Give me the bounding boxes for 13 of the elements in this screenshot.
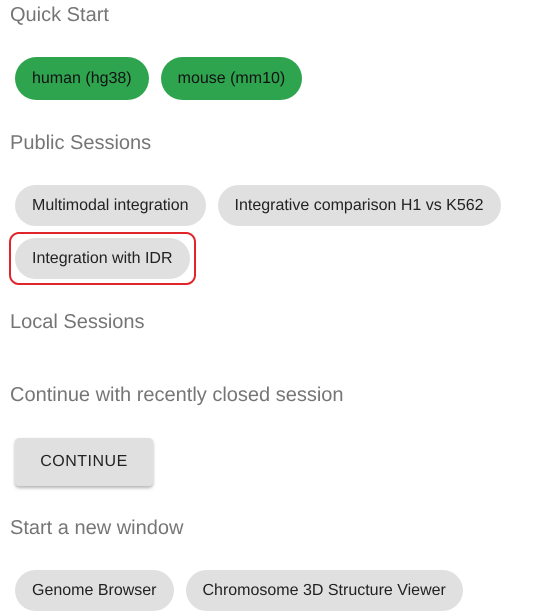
session-chip[interactable]: Genome Browser bbox=[15, 570, 174, 611]
section-heading: Public Sessions bbox=[9, 131, 152, 156]
section-heading: Continue with recently closed session bbox=[9, 383, 345, 408]
section-heading: Local Sessions bbox=[9, 310, 146, 335]
session-chip[interactable]: Integration with IDR bbox=[15, 238, 190, 279]
session-chip[interactable]: Integrative comparison H1 vs K562 bbox=[218, 185, 501, 226]
section-heading: Quick Start bbox=[9, 3, 110, 28]
genome-chip[interactable]: human (hg38) bbox=[15, 57, 149, 100]
session-chip[interactable]: Chromosome 3D Structure Viewer bbox=[186, 570, 463, 611]
genome-chip[interactable]: mouse (mm10) bbox=[160, 57, 302, 100]
section-heading: Start a new window bbox=[9, 516, 184, 541]
continue-button[interactable]: CONTINUE bbox=[15, 438, 153, 486]
session-chip[interactable]: Multimodal integration bbox=[15, 185, 206, 226]
